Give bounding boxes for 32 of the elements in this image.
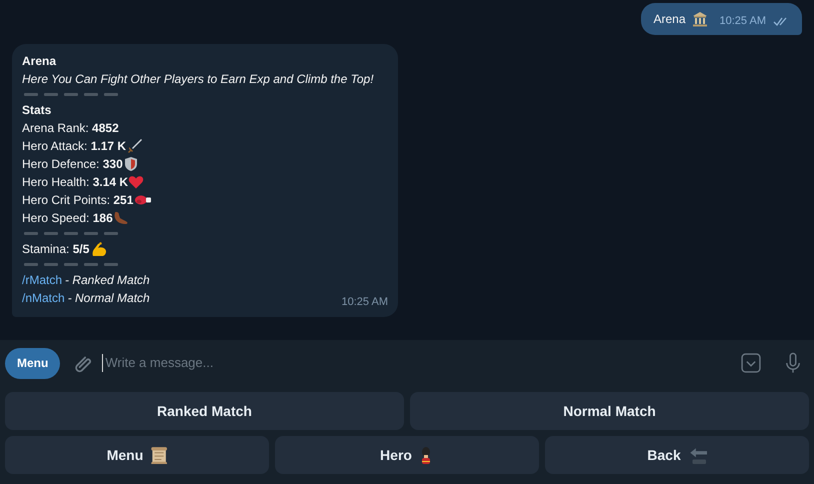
stat-line: Hero Health: 3.14 K bbox=[22, 174, 128, 191]
message-subtitle: Here You Can Fight Other Players to Earn Exp and Climb the Top! bbox=[22, 71, 375, 88]
command-description: - Ranked Match bbox=[65, 272, 150, 289]
message-composer[interactable]: Menu Write a message... bbox=[0, 340, 814, 386]
message-time: 10:25 AM bbox=[342, 295, 388, 310]
stat-line: Hero Speed: 186 bbox=[22, 210, 113, 227]
message-input[interactable]: Write a message... bbox=[102, 354, 734, 372]
keyboard-button[interactable]: Ranked Match bbox=[5, 392, 404, 430]
heart-icon bbox=[128, 174, 144, 190]
building-icon bbox=[692, 11, 708, 27]
sword-icon bbox=[126, 138, 142, 154]
stat-line: Hero Attack: 1.17 K bbox=[22, 138, 126, 155]
keyboard-button[interactable]: Back bbox=[545, 436, 809, 474]
menu-button[interactable]: Menu bbox=[5, 348, 60, 378]
scroll-icon bbox=[149, 446, 168, 464]
stat-line: Hero Crit Points: 251 bbox=[22, 192, 134, 209]
message-text: Arena bbox=[653, 11, 686, 28]
keyboard-button[interactable]: Menu bbox=[5, 436, 269, 474]
stat-line: Stamina: 5/5 bbox=[22, 241, 90, 258]
keyboard-toggle-icon[interactable] bbox=[740, 352, 762, 374]
command-link[interactable]: /nMatch bbox=[22, 289, 65, 311]
shield-icon bbox=[122, 156, 139, 172]
keyboard-button[interactable]: Normal Match bbox=[410, 392, 809, 430]
message-heading: Stats bbox=[22, 102, 52, 119]
message-heading: Arena bbox=[22, 53, 58, 70]
stat-line: Hero Defence: 330 bbox=[22, 156, 123, 173]
command-description: - Normal Match bbox=[68, 290, 150, 307]
shoe-icon bbox=[112, 210, 129, 226]
stat-line: Arena Rank: 4852 bbox=[22, 120, 119, 137]
message-time: 10:25 AM bbox=[720, 14, 766, 29]
command-link[interactable]: /rMatch bbox=[22, 271, 62, 289]
keyboard-button[interactable]: Hero bbox=[275, 436, 539, 474]
